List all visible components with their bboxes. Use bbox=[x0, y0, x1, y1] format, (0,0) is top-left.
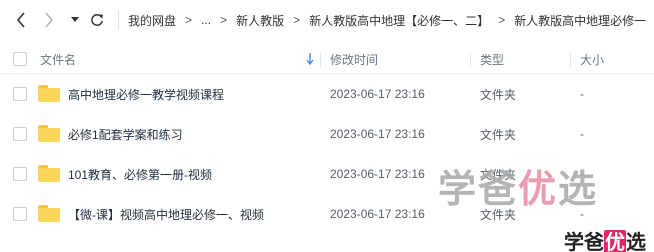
breadcrumb-item-ellipsis[interactable]: ... bbox=[201, 13, 211, 27]
watermark-text: 学爸 bbox=[564, 230, 604, 252]
dropdown-caret-icon bbox=[71, 17, 79, 22]
table-row[interactable]: 高中地理必修一教学视频课程 2023-06-17 23:16 文件夹 - bbox=[0, 74, 654, 114]
column-divider[interactable] bbox=[570, 53, 571, 67]
file-name[interactable]: 必修1配套学案和练习 bbox=[68, 114, 183, 154]
file-size: - bbox=[580, 87, 584, 101]
file-mtime: 2023-06-17 23:16 bbox=[330, 167, 425, 181]
breadcrumb-separator: > bbox=[293, 13, 301, 27]
column-header-name[interactable]: 文件名 bbox=[40, 44, 76, 74]
file-name[interactable]: 101教育、必修第一册-视频 bbox=[68, 154, 212, 194]
toolbar-divider bbox=[118, 10, 119, 30]
breadcrumb-item[interactable]: 新人教版 bbox=[236, 12, 284, 29]
breadcrumb-item[interactable]: 新人教版高中地理【必修一、二】 bbox=[309, 12, 489, 29]
breadcrumb-item-current[interactable]: 新人教版高中地理必修一 bbox=[514, 12, 646, 29]
row-checkbox[interactable] bbox=[13, 167, 27, 181]
forward-button[interactable] bbox=[38, 9, 60, 31]
watermark-small: 学爸优选 bbox=[562, 226, 648, 252]
row-checkbox[interactable] bbox=[13, 127, 27, 141]
sort-down-arrow-icon[interactable] bbox=[306, 53, 314, 68]
row-checkbox[interactable] bbox=[13, 207, 27, 221]
select-all-checkbox[interactable] bbox=[13, 52, 27, 66]
breadcrumb: 我的网盘 > ... > 新人教版 > 新人教版高中地理【必修一、二】 > 新人… bbox=[128, 0, 646, 40]
file-mtime: 2023-06-17 23:16 bbox=[330, 87, 425, 101]
folder-icon bbox=[38, 205, 60, 222]
table-row[interactable]: 必修1配套学案和练习 2023-06-17 23:16 文件夹 - bbox=[0, 114, 654, 154]
history-dropdown-button[interactable] bbox=[64, 9, 86, 31]
row-checkbox[interactable] bbox=[13, 87, 27, 101]
folder-icon bbox=[38, 125, 60, 142]
folder-icon bbox=[38, 165, 60, 182]
forward-arrow-icon bbox=[45, 12, 54, 28]
watermark-text: 学爸 bbox=[438, 167, 519, 211]
toolbar: 我的网盘 > ... > 新人教版 > 新人教版高中地理【必修一、二】 > 新人… bbox=[0, 0, 654, 40]
refresh-icon bbox=[91, 14, 103, 26]
breadcrumb-separator: > bbox=[498, 13, 506, 27]
column-header-type[interactable]: 类型 bbox=[480, 44, 504, 74]
watermark-large: 学爸优选 bbox=[438, 158, 598, 213]
file-list-header: 文件名 修改时间 类型 大小 bbox=[0, 44, 654, 74]
watermark-text: 选 bbox=[558, 167, 599, 211]
folder-icon bbox=[38, 85, 60, 102]
breadcrumb-separator: > bbox=[220, 13, 228, 27]
refresh-button[interactable] bbox=[86, 9, 108, 31]
file-name[interactable]: 高中地理必修一教学视频课程 bbox=[68, 74, 224, 114]
watermark-text: 优 bbox=[604, 230, 626, 252]
breadcrumb-separator: > bbox=[185, 13, 193, 27]
file-type: 文件夹 bbox=[480, 87, 517, 102]
file-size: - bbox=[580, 127, 584, 141]
breadcrumb-item-root[interactable]: 我的网盘 bbox=[128, 12, 176, 29]
back-button[interactable] bbox=[10, 9, 32, 31]
file-mtime: 2023-06-17 23:16 bbox=[330, 207, 425, 221]
back-arrow-icon bbox=[16, 12, 25, 28]
column-header-size[interactable]: 大小 bbox=[580, 44, 604, 74]
watermark-text: 选 bbox=[626, 230, 646, 252]
file-name[interactable]: 【微-课】视频高中地理必修一、视频 bbox=[68, 194, 264, 234]
watermark-text: 优 bbox=[518, 167, 559, 211]
column-divider[interactable] bbox=[320, 53, 321, 67]
file-mtime: 2023-06-17 23:16 bbox=[330, 127, 425, 141]
column-header-mtime[interactable]: 修改时间 bbox=[330, 44, 378, 74]
column-divider[interactable] bbox=[470, 53, 471, 67]
file-type: 文件夹 bbox=[480, 127, 517, 142]
